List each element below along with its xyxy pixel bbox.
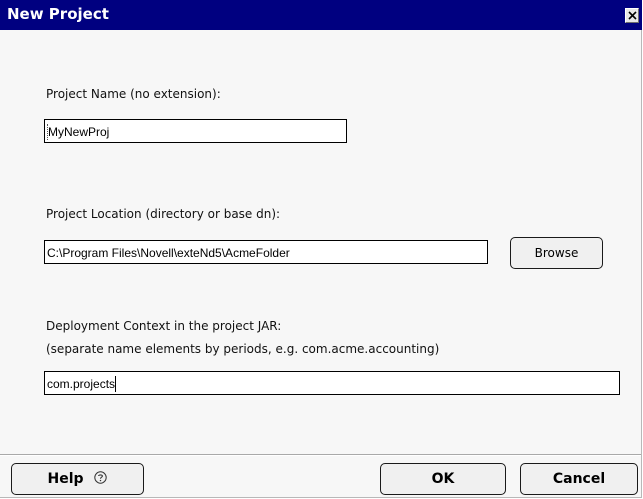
close-button[interactable]: [625, 8, 639, 23]
project-name-input[interactable]: MyNewProj: [44, 119, 347, 143]
new-project-dialog: New Project Project Name (no extension):…: [0, 0, 642, 498]
deployment-context-label: Deployment Context in the project JAR:: [46, 319, 282, 333]
title-bar[interactable]: New Project: [0, 0, 642, 30]
ok-button[interactable]: OK: [380, 463, 506, 495]
project-location-label: Project Location (directory or base dn):: [46, 207, 281, 221]
window-title: New Project: [7, 5, 109, 23]
browse-button[interactable]: Browse: [510, 237, 603, 269]
help-button[interactable]: Help: [11, 463, 144, 495]
button-bar-separator: [0, 454, 641, 456]
deployment-context-input[interactable]: com.projects: [44, 371, 620, 395]
project-name-label: Project Name (no extension):: [46, 87, 221, 101]
project-location-input[interactable]: C:\Program Files\Novell\exteNd5\AcmeFold…: [44, 240, 488, 264]
deployment-context-value: com.projects: [47, 375, 117, 392]
question-circle-icon: [94, 471, 108, 484]
project-location-value: C:\Program Files\Novell\exteNd5\AcmeFold…: [47, 245, 290, 260]
help-button-label: Help: [47, 471, 84, 487]
close-icon: [628, 11, 637, 20]
cancel-button[interactable]: Cancel: [520, 463, 638, 495]
deployment-context-hint: (separate name elements by periods, e.g.…: [46, 342, 440, 356]
project-name-value: MyNewProj: [47, 123, 110, 140]
